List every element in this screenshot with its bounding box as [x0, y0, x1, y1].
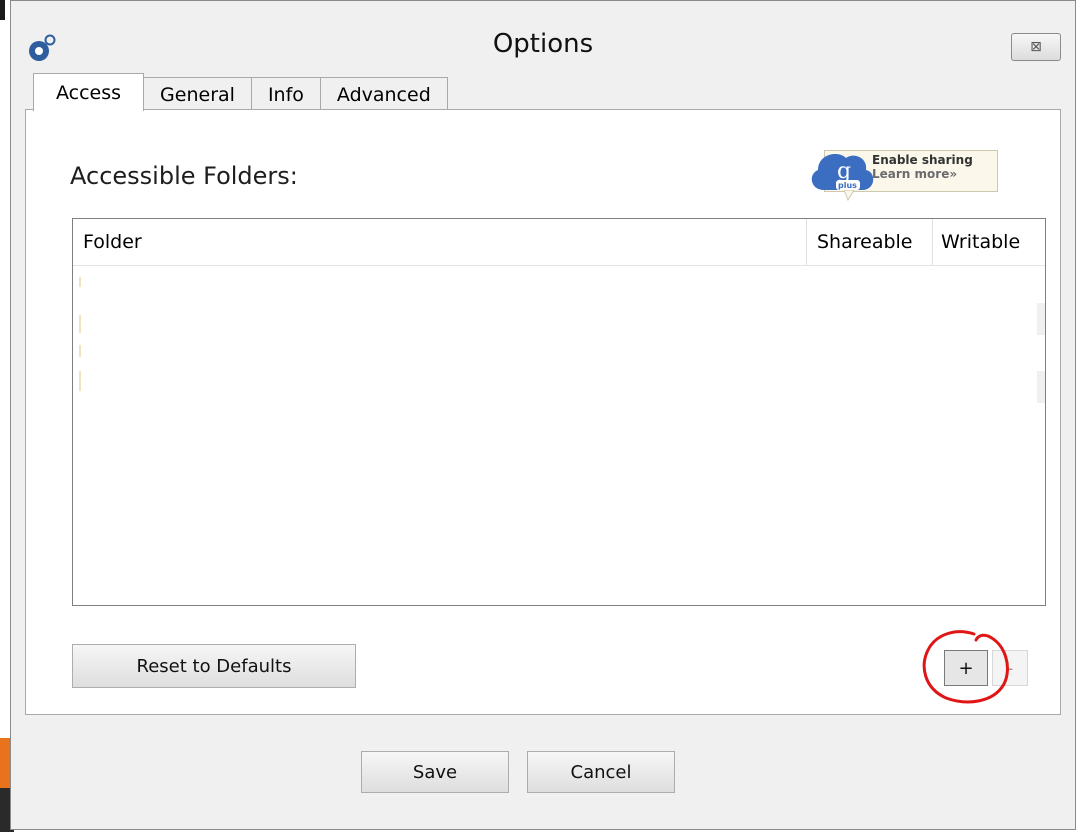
table-header: Folder Shareable Writable [73, 219, 1045, 266]
cancel-button[interactable]: Cancel [527, 751, 675, 793]
column-header-folder[interactable]: Folder [73, 219, 807, 265]
remove-folder-button[interactable]: - [992, 650, 1028, 686]
tab-bar: Access General Info Advanced [33, 73, 448, 111]
tab-info[interactable]: Info [250, 77, 321, 111]
gplus-badge-subtext: plus [838, 181, 857, 190]
row-highlight [1037, 303, 1045, 335]
add-folder-button[interactable]: + [944, 650, 988, 686]
gplus-icon: g plus [811, 154, 874, 202]
title-bar: Options ⊠ [11, 1, 1075, 79]
gplus-share-banner[interactable]: g plus Enable sharing Learn more» [784, 140, 1004, 202]
save-button[interactable]: Save [361, 751, 509, 793]
column-header-shareable[interactable]: Shareable [807, 219, 933, 265]
folders-table: Folder Shareable Writable [72, 218, 1046, 606]
learn-more-link[interactable]: Learn more» [872, 167, 973, 181]
reset-to-defaults-button[interactable]: Reset to Defaults [72, 644, 356, 688]
column-header-writable[interactable]: Writable [933, 219, 1045, 265]
row-marker [79, 315, 81, 333]
row-highlight [1037, 371, 1045, 403]
background-dark-edge [0, 0, 5, 20]
close-button[interactable]: ⊠ [1011, 33, 1061, 61]
gplus-banner-text: Enable sharing Learn more» [872, 153, 973, 181]
enable-sharing-text: Enable sharing [872, 153, 973, 167]
access-panel: Accessible Folders: g plus Enable sharin… [25, 109, 1061, 715]
window-title: Options [492, 29, 594, 59]
row-marker [79, 277, 81, 287]
tab-access[interactable]: Access [33, 73, 145, 111]
background-strip [0, 0, 14, 832]
options-dialog: Options ⊠ Access General Info Advanced A… [10, 0, 1076, 830]
tab-advanced[interactable]: Advanced [319, 77, 448, 111]
row-marker [79, 345, 81, 357]
row-marker [79, 371, 81, 391]
close-icon: ⊠ [1030, 39, 1042, 55]
tab-general[interactable]: General [143, 77, 252, 111]
accessible-folders-heading: Accessible Folders: [70, 162, 298, 190]
